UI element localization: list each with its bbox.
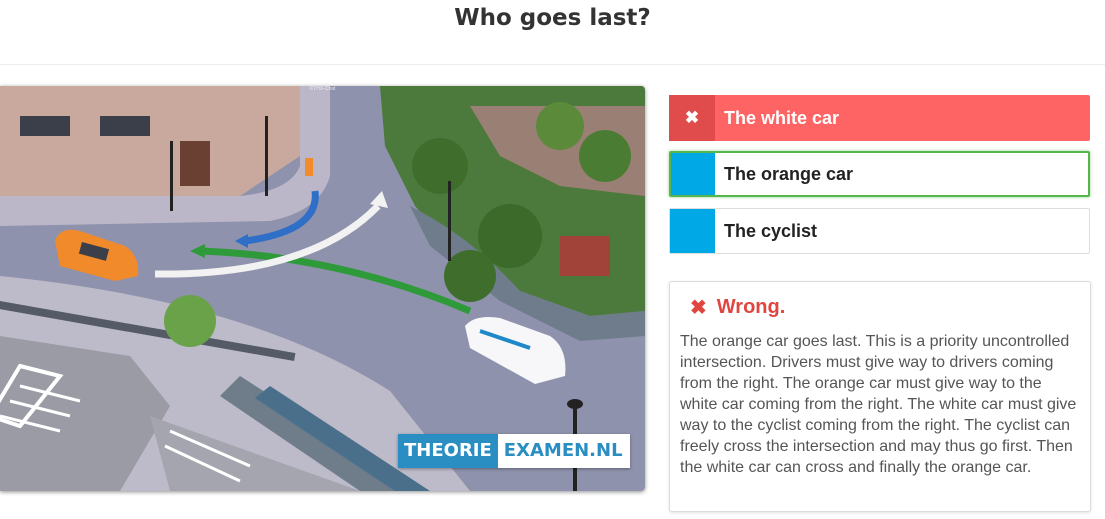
header-divider: [0, 64, 1105, 65]
wrong-x-icon: ✖: [669, 95, 715, 141]
answer-marker: [670, 209, 715, 253]
wrong-x-icon: ✖: [690, 297, 707, 319]
feedback-title: Wrong.: [716, 296, 786, 318]
intersection-illustration: [0, 86, 645, 491]
feedback-header: ✖ Wrong.: [690, 295, 1080, 320]
answer-label: The orange car: [724, 163, 854, 184]
logo-part-theorie: THEORIE: [398, 434, 498, 468]
theorie-examen-logo: THEORIE EXAMEN.NL: [398, 434, 630, 468]
tree: [164, 295, 216, 347]
building: [0, 86, 300, 196]
answer-option-orange-car[interactable]: The orange car: [669, 151, 1090, 197]
feedback-panel: ✖ Wrong. The orange car goes last. This …: [669, 281, 1091, 512]
feedback-explanation: The orange car goes last. This is a prio…: [680, 333, 1077, 476]
answer-marker: [671, 153, 715, 195]
image-caption: ©THX-Chat: [309, 86, 336, 92]
answer-label: The cyclist: [724, 220, 818, 241]
logo-part-examen: EXAMEN.NL: [497, 434, 630, 468]
question-title: Who goes last?: [454, 5, 651, 31]
answer-option-white-car[interactable]: ✖ The white car: [669, 95, 1090, 141]
answer-label: The white car: [724, 107, 840, 128]
cyclist: [305, 158, 313, 176]
answer-option-cyclist[interactable]: The cyclist: [669, 208, 1090, 254]
scene-image: ©THX-Chat: [0, 86, 645, 491]
